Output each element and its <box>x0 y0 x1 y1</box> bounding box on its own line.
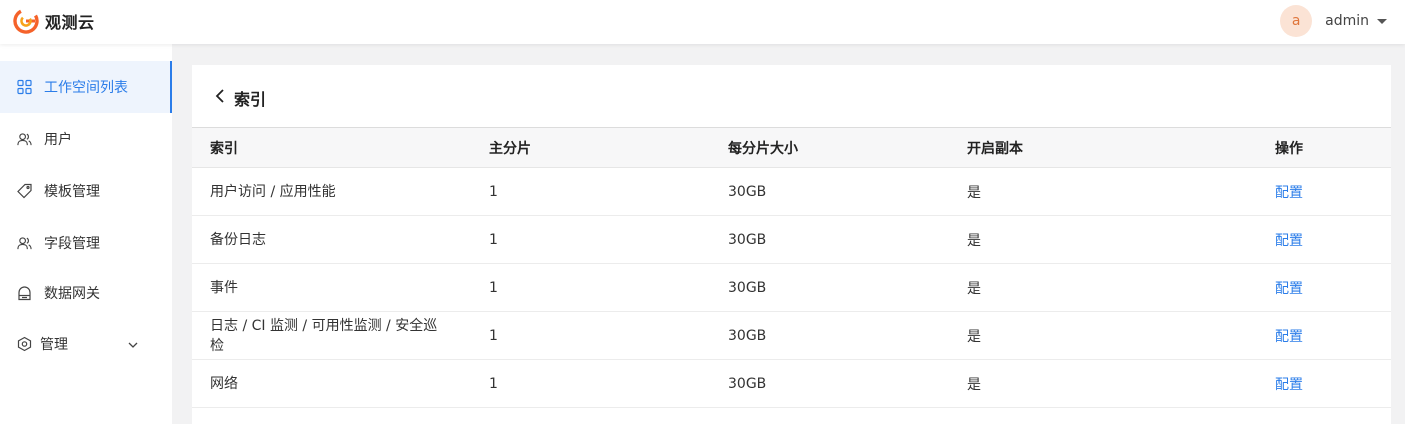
configure-link[interactable]: 配置 <box>1275 281 1303 297</box>
action-cell: 配置 <box>1257 215 1391 264</box>
replica-cell: 是 <box>949 263 1257 312</box>
table-row: 备份日志 1 30GB 是 配置 <box>192 215 1391 264</box>
grid-icon <box>17 79 32 95</box>
index-table: 索引 主分片 每分片大小 开启副本 操作 用户访问 / 应用性能 1 30GB … <box>192 127 1391 408</box>
back-arrow-icon[interactable] <box>214 88 226 104</box>
table-row: 用户访问 / 应用性能 1 30GB 是 配置 <box>192 167 1391 216</box>
top-bar: 观测云 a admin <box>0 0 1405 44</box>
index-name-cell: 备份日志 <box>192 215 471 264</box>
sidebar-item-label: 字段管理 <box>44 236 100 252</box>
primary-shards-cell: 1 <box>471 215 710 264</box>
replica-cell: 是 <box>949 359 1257 408</box>
column-header-index: 索引 <box>192 127 471 168</box>
users-icon <box>17 132 32 147</box>
sidebar-item-users[interactable]: 用户 <box>0 113 172 165</box>
chevron-down-icon[interactable] <box>128 336 138 352</box>
panel-header: 索引 <box>192 65 1391 127</box>
shard-size-cell: 30GB <box>710 311 949 360</box>
user-menu[interactable]: a admin <box>1280 5 1387 37</box>
replica-cell: 是 <box>949 167 1257 216</box>
column-header-shard-size: 每分片大小 <box>710 127 949 168</box>
action-cell: 配置 <box>1257 359 1391 408</box>
configure-link[interactable]: 配置 <box>1275 329 1303 345</box>
gateway-icon <box>17 286 32 301</box>
tag-icon <box>17 183 32 199</box>
index-name-cell: 网络 <box>192 359 471 408</box>
page-title: 索引 <box>234 90 267 109</box>
primary-shards-cell: 1 <box>471 263 710 312</box>
column-header-actions: 操作 <box>1257 127 1391 168</box>
sidebar-item-data-gateway[interactable]: 数据网关 <box>0 267 172 319</box>
primary-shards-cell: 1 <box>471 359 710 408</box>
action-cell: 配置 <box>1257 263 1391 312</box>
table-header-row: 索引 主分片 每分片大小 开启副本 操作 <box>192 127 1391 168</box>
action-cell: 配置 <box>1257 167 1391 216</box>
caret-down-icon[interactable] <box>1377 18 1387 24</box>
sidebar-item-templates[interactable]: 模板管理 <box>0 165 172 217</box>
shard-size-cell: 30GB <box>710 359 949 408</box>
replica-cell: 是 <box>949 215 1257 264</box>
primary-shards-cell: 1 <box>471 311 710 360</box>
sidebar-item-workspaces[interactable]: 工作空间列表 <box>0 61 172 113</box>
primary-shards-cell: 1 <box>471 167 710 216</box>
sidebar-item-label: 用户 <box>44 132 72 148</box>
users-icon <box>17 236 32 251</box>
settings-icon <box>17 336 32 352</box>
sidebar-item-fields[interactable]: 字段管理 <box>0 217 172 269</box>
sidebar-item-label: 工作空间列表 <box>44 80 128 96</box>
table-row: 日志 / CI 监测 / 可用性监测 / 安全巡检 1 30GB 是 配置 <box>192 311 1391 360</box>
index-name-cell: 用户访问 / 应用性能 <box>192 167 471 216</box>
shard-size-cell: 30GB <box>710 263 949 312</box>
username[interactable]: admin <box>1325 13 1369 29</box>
sidebar-item-label: 数据网关 <box>44 286 100 302</box>
configure-link[interactable]: 配置 <box>1275 377 1303 393</box>
column-header-replica: 开启副本 <box>949 127 1257 168</box>
logo-text: 观测云 <box>45 13 95 32</box>
sidebar-item-management[interactable]: 管理 <box>0 318 172 370</box>
sidebar: 工作空间列表 用户 模板管理 字段管理 数据网关 管理 <box>0 44 172 424</box>
sidebar-item-label: 模板管理 <box>44 184 100 200</box>
action-cell: 配置 <box>1257 311 1391 360</box>
index-name-cell: 事件 <box>192 263 471 312</box>
index-panel: 索引 索引 主分片 每分片大小 开启副本 操作 用户访问 / 应用性能 1 30… <box>192 65 1391 424</box>
shard-size-cell: 30GB <box>710 215 949 264</box>
table-row: 网络 1 30GB 是 配置 <box>192 359 1391 408</box>
shard-size-cell: 30GB <box>710 167 949 216</box>
table-row: 事件 1 30GB 是 配置 <box>192 263 1391 312</box>
sidebar-item-label: 管理 <box>40 337 68 353</box>
column-header-primary-shards: 主分片 <box>471 127 710 168</box>
configure-link[interactable]: 配置 <box>1275 185 1303 201</box>
index-name-cell: 日志 / CI 监测 / 可用性监测 / 安全巡检 <box>192 311 471 360</box>
configure-link[interactable]: 配置 <box>1275 233 1303 249</box>
logo-icon <box>13 8 39 34</box>
replica-cell: 是 <box>949 311 1257 360</box>
logo[interactable]: 观测云 <box>13 8 95 34</box>
avatar[interactable]: a <box>1280 5 1313 37</box>
